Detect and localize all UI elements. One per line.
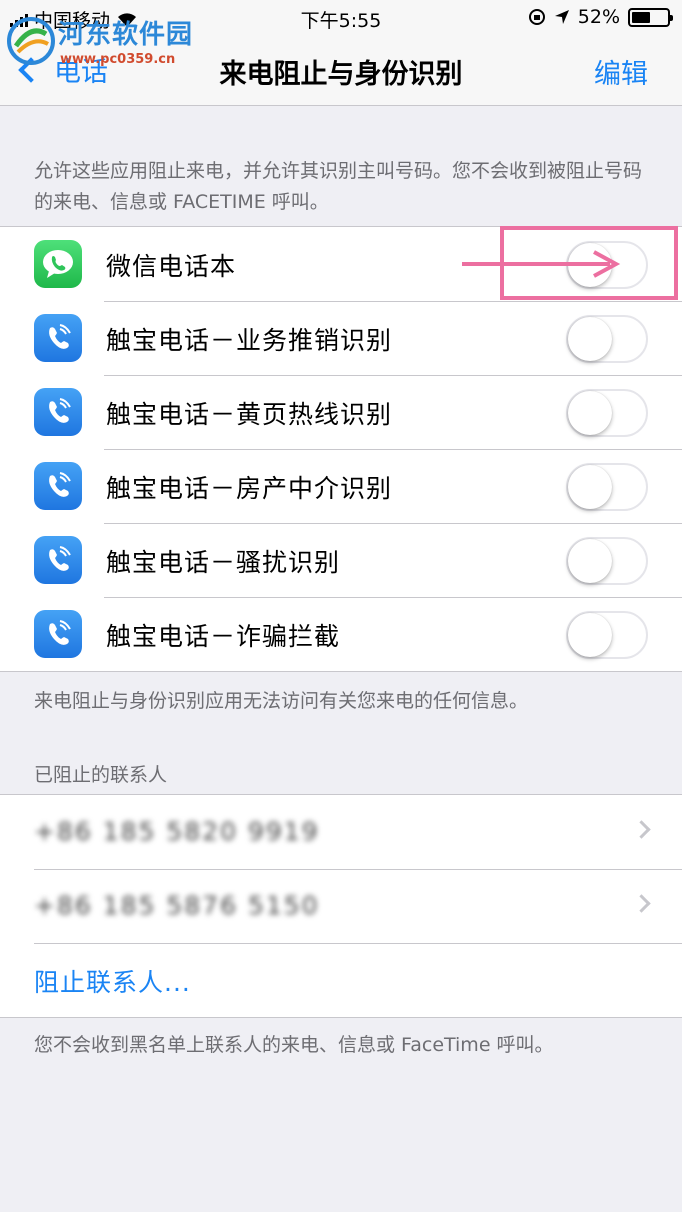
apps-section-footer: 来电阻止与身份识别应用无法访问有关您来电的任何信息。 bbox=[34, 690, 529, 712]
watermark: 河东软件园 www.pc0359.cn bbox=[4, 12, 204, 70]
app-toggle-switch[interactable] bbox=[566, 463, 648, 511]
battery-fill bbox=[632, 11, 650, 23]
app-label: 触宝电话－骚扰识别 bbox=[106, 548, 341, 577]
block-contact-button[interactable]: 阻止联系人... bbox=[34, 963, 191, 999]
orientation-lock-icon bbox=[528, 9, 545, 25]
app-label: 触宝电话－业务推销识别 bbox=[106, 326, 393, 355]
app-label: 微信电话本 bbox=[106, 252, 237, 281]
contact-number: +86 185 5820 9919 bbox=[34, 817, 320, 846]
toggle-knob bbox=[568, 391, 612, 435]
chubao-phone-icon bbox=[34, 388, 82, 436]
battery-icon bbox=[628, 7, 673, 27]
chevron-right-icon bbox=[632, 820, 651, 839]
app-label: 触宝电话－房产中介识别 bbox=[106, 474, 393, 503]
app-row-chubao-realestate: 触宝电话－房产中介识别 bbox=[0, 449, 682, 523]
battery-percent: 52% bbox=[577, 6, 620, 28]
app-toggle-switch[interactable] bbox=[566, 389, 648, 437]
chevron-right-icon bbox=[632, 894, 651, 913]
toggle-knob bbox=[568, 539, 612, 583]
chubao-phone-icon bbox=[34, 314, 82, 362]
app-row-chubao-yellowpages: 触宝电话－黄页热线识别 bbox=[0, 375, 682, 449]
chubao-phone-icon bbox=[34, 610, 82, 658]
edit-button[interactable]: 编辑 bbox=[594, 52, 648, 91]
app-row-chubao-fraud: 触宝电话－诈骗拦截 bbox=[0, 597, 682, 671]
blocked-contact-row[interactable]: +86 185 5820 9919 bbox=[0, 795, 682, 869]
blocked-contact-row[interactable]: +86 185 5876 5150 bbox=[0, 869, 682, 943]
app-label: 触宝电话－黄页热线识别 bbox=[106, 400, 393, 429]
annotation-arrow-icon bbox=[462, 250, 621, 278]
status-right: 52% bbox=[528, 6, 673, 28]
watermark-title: 河东软件园 bbox=[58, 20, 194, 50]
watermark-url: www.pc0359.cn bbox=[60, 52, 176, 67]
watermark-logo-icon bbox=[7, 17, 55, 65]
chubao-phone-icon bbox=[34, 536, 82, 584]
location-icon bbox=[554, 10, 569, 24]
wechat-phonebook-icon bbox=[34, 240, 82, 288]
blocked-contacts-list: +86 185 5820 9919 +86 185 5876 5150 阻止联系… bbox=[0, 794, 682, 1018]
app-toggle-switch[interactable] bbox=[566, 537, 648, 585]
toggle-knob bbox=[568, 465, 612, 509]
blocked-section-footer: 您不会收到黑名单上联系人的来电、信息或 FaceTime 呼叫。 bbox=[34, 1034, 554, 1056]
chubao-phone-icon bbox=[34, 462, 82, 510]
apps-section-header: 允许这些应用阻止来电，并允许其识别主叫号码。您不会收到被阻止号码的来电、信息或 … bbox=[34, 160, 643, 213]
app-toggle-switch[interactable] bbox=[566, 611, 648, 659]
app-label: 触宝电话－诈骗拦截 bbox=[106, 622, 341, 651]
toggle-knob bbox=[568, 613, 612, 657]
app-row-chubao-harassment: 触宝电话－骚扰识别 bbox=[0, 523, 682, 597]
block-contact-row[interactable]: 阻止联系人... bbox=[0, 943, 682, 1017]
toggle-knob bbox=[568, 317, 612, 361]
app-row-chubao-sales: 触宝电话－业务推销识别 bbox=[0, 301, 682, 375]
app-toggle-switch[interactable] bbox=[566, 315, 648, 363]
contact-number: +86 185 5876 5150 bbox=[34, 891, 320, 920]
blocked-section-header: 已阻止的联系人 bbox=[34, 764, 168, 786]
